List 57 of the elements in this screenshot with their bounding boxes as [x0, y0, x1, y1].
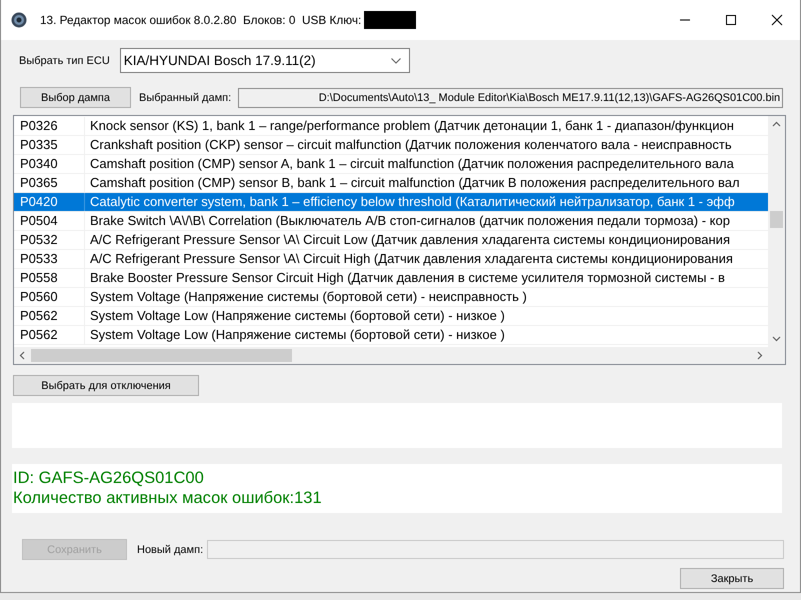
error-list-row[interactable]: P0532 A/C Refrigerant Pressure Sensor \A\ Circuit Low (Датчик давления хладагента системы кондиционирования: [14, 231, 768, 250]
app-icon: [11, 12, 27, 28]
error-code-cell: P0335: [14, 136, 85, 154]
error-code-cell: P0365: [14, 174, 85, 192]
error-description-cell-text: Brake Switch \A\/\B\ Correlation (Выключатель А/В стоп-сигналов (датчик положения педали тормоза) - кор: [89, 212, 731, 230]
scrollbar-thumb[interactable]: [31, 349, 292, 362]
error-description-cell-text: A/C Refrigerant Pressure Sensor \A\ Circuit High (Датчик давления хладагента системы кондиционирования: [89, 250, 734, 268]
maximize-icon: [725, 14, 737, 26]
error-description-cell-text: Camshaft position (CMP) sensor B, bank 1 – circuit malfunction (Датчик В положения распределительного вал: [89, 174, 741, 192]
dump-path-field[interactable]: D:\Documents\Auto\13_ Module Editor\Kia\Bosch ME17.9.11(12,13)\GAFS-AG26QS01C00.bin: [238, 88, 784, 108]
error-description-cell-text: System Voltage Low (Напряжение системы (бортовой сети) - низкое ): [89, 307, 506, 325]
info-text: ID: GAFS-AG26QS01C00: [13, 468, 204, 488]
select-dump-button[interactable]: Выбор дампа: [20, 87, 131, 108]
info-text: Количество активных масок ошибок:131: [13, 488, 322, 508]
error-list-row[interactable]: P0326 Knock sensor (KS) 1, bank 1 – range/performance problem (Датчик детонации 1, банк 1 - диапазон/функцион: [14, 117, 768, 136]
error-description-cell-text: Crankshaft position (CKP) sensor – circuit malfunction (Датчик положения коленчатого вала - неисправность: [89, 136, 733, 154]
error-list-row[interactable]: P0340 Camshaft position (CMP) sensor A, bank 1 – circuit malfunction (Датчик положения распределительного вала: [14, 155, 768, 174]
error-code-cell: P0532: [14, 231, 85, 249]
error-list-row[interactable]: P0365 Camshaft position (CMP) sensor B, bank 1 – circuit malfunction (Датчик В положения распределительного вал: [14, 174, 768, 193]
error-code-cell: P0562: [14, 307, 85, 325]
new-dump-label: Новый дамп:: [137, 544, 204, 556]
error-code-cell: P0326: [14, 117, 85, 135]
scrollbar-thumb[interactable]: [770, 211, 783, 228]
window-title: 13. Редактор масок ошибок 8.0.2.80 Блоков: 0 USB Ключ:: [40, 13, 362, 27]
error-code-cell: P0340: [14, 155, 85, 173]
error-description-cell-text: Knock sensor (KS) 1, bank 1 – range/performance problem (Датчик детонации 1, банк 1 - диапазон/функцион: [89, 117, 735, 135]
error-code-cell: P0420: [14, 193, 85, 211]
error-list-row[interactable]: P0420 Catalytic converter system, bank 1 – efficiency below threshold (Каталитический нейтрализатор, банк 1 - эфф: [14, 193, 768, 212]
error-code-cell: P0562: [14, 326, 85, 344]
ecu-type-dropdown[interactable]: KIA/HYUNDAI Bosch 17.9.11(2): [120, 48, 410, 73]
selected-dump-label: Выбранный дамп:: [139, 92, 232, 104]
vertical-scrollbar[interactable]: [768, 116, 785, 347]
error-code-cell: P0560: [14, 288, 85, 306]
error-description-cell-text: System Voltage Low (Напряжение системы (бортовой сети) - низкое ): [89, 326, 506, 344]
error-list-row[interactable]: P0533 A/C Refrigerant Pressure Sensor \A\ Circuit High (Датчик давления хладагента системы кондиционирования: [14, 250, 768, 269]
error-description-cell-text: Camshaft position (CMP) sensor A, bank 1 – circuit malfunction (Датчик положения распределительного вала: [89, 155, 735, 173]
error-list-row[interactable]: P0335 Crankshaft position (CKP) sensor – circuit malfunction (Датчик положения коленчатого вала - неисправность: [14, 136, 768, 155]
redaction-block: [364, 11, 416, 29]
error-code-cell: P0558: [14, 269, 85, 287]
error-list-row[interactable]: P0560 System Voltage (Напряжение системы (бортовой сети) - неисправность ): [14, 288, 768, 307]
ecu-type-label: Выбрать тип ECU: [19, 54, 110, 66]
error-list-row[interactable]: P0504 Brake Switch \A\/\B\ Correlation (Выключатель А/В стоп-сигналов (датчик положения педали тормоза) - кор: [14, 212, 768, 231]
close-icon: [771, 14, 783, 26]
error-description-cell-text: Catalytic converter system, bank 1 – efficiency below threshold (Каталитический нейтрализатор, банк 1 - эфф: [89, 193, 736, 211]
error-list-row[interactable]: P0558 Brake Booster Pressure Sensor Circuit High (Датчик давления в системе усилителя тормозной системы - в: [14, 269, 768, 288]
new-dump-field[interactable]: [207, 540, 784, 559]
chevron-down-icon: [390, 58, 401, 64]
error-list-row[interactable]: P0562 System Voltage Low (Напряжение системы (бортовой сети) - низкое ): [14, 307, 768, 326]
error-description-cell-text: A/C Refrigerant Pressure Sensor \A\ Circuit Low (Датчик давления хладагента системы кондиционирования: [89, 231, 731, 249]
error-code-cell: P0504: [14, 212, 85, 230]
select-for-disable-button[interactable]: Выбрать для отключения: [13, 375, 199, 396]
error-list-row[interactable]: P0562 System Voltage Low (Напряжение системы (бортовой сети) - низкое ): [14, 326, 768, 345]
horizontal-scrollbar[interactable]: [14, 347, 768, 364]
close-dialog-button[interactable]: Закрыть: [680, 568, 784, 589]
error-description-cell-text: System Voltage (Напряжение системы (бортовой сети) - неисправность ): [89, 288, 528, 306]
error-description-cell-text: Brake Booster Pressure Sensor Circuit High (Датчик давления в системе усилителя тормозной системы - в: [89, 269, 726, 287]
error-code-cell: P0533: [14, 250, 85, 268]
